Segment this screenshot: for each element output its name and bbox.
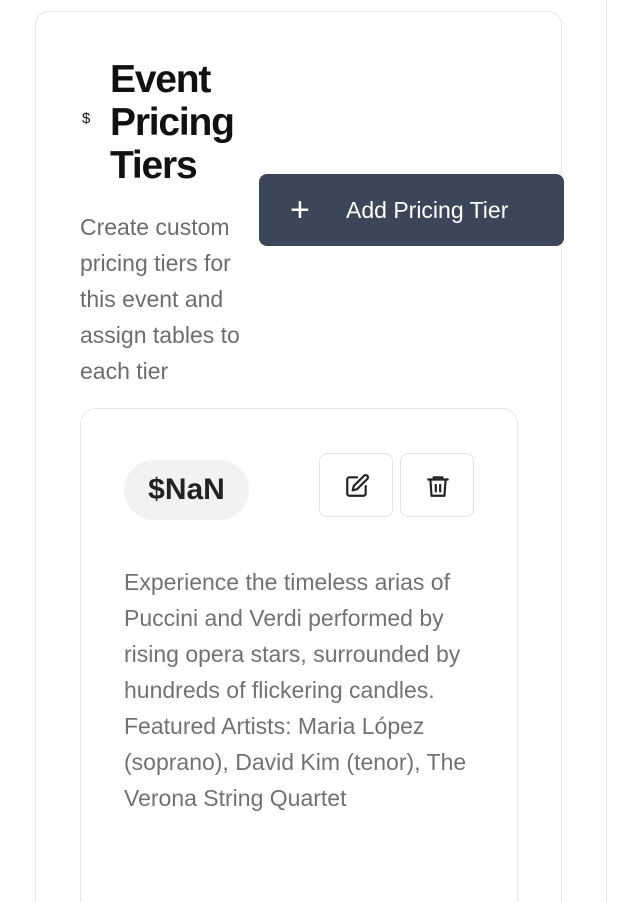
plus-icon: +	[290, 191, 310, 229]
page-title: Event Pricing Tiers	[110, 58, 235, 187]
pricing-description: Create custom pricing tiers for this eve…	[80, 214, 240, 384]
pricing-page: $ Event Pricing Tiers Create custom pric…	[0, 0, 632, 902]
add-pricing-tier-button[interactable]: + Add Pricing Tier	[259, 174, 564, 246]
tier-price-badge: $NaN	[124, 460, 249, 520]
pricing-tier-card: $NaN Experience the timeless arias of Pu…	[80, 408, 518, 902]
delete-tier-button[interactable]	[400, 453, 474, 517]
edit-tier-button[interactable]	[319, 453, 393, 517]
dollar-sign-icon: $	[82, 110, 91, 127]
right-divider	[606, 0, 607, 902]
trash-icon	[427, 476, 449, 497]
edit-icon	[346, 474, 369, 497]
add-pricing-tier-label: Add Pricing Tier	[346, 197, 509, 223]
tier-description: Experience the timeless arias of Puccini…	[124, 569, 467, 811]
